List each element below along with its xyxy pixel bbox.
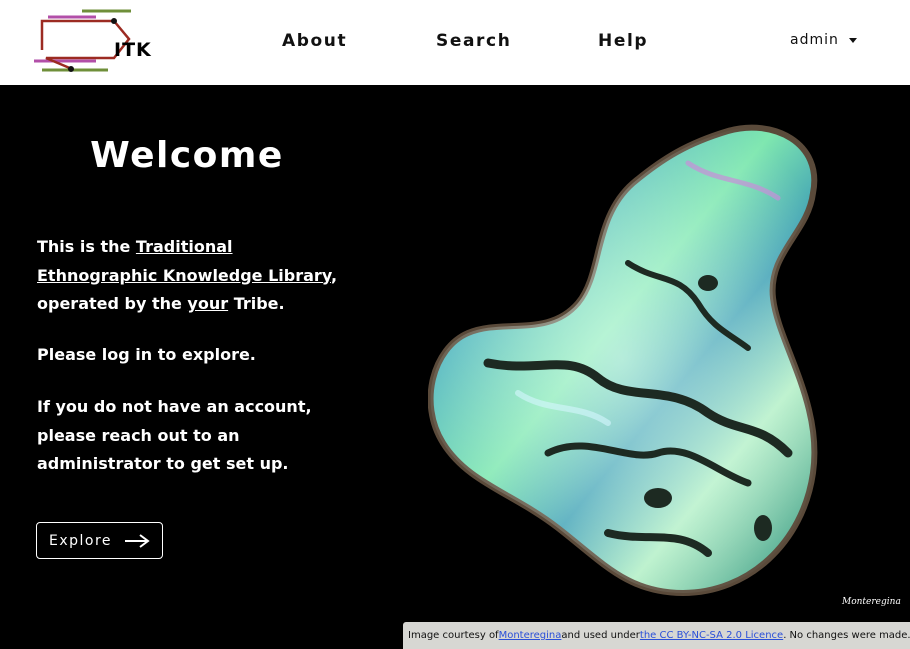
tribe-link[interactable]: your <box>187 294 228 313</box>
itk-logo[interactable]: ITK <box>34 8 151 74</box>
credit-prefix: Image courtesy of <box>408 630 499 641</box>
nav-search[interactable]: Search <box>436 31 511 51</box>
abalone-shell-image <box>427 123 826 603</box>
intro-prefix: This is the <box>37 237 136 256</box>
user-menu[interactable]: admin <box>790 32 857 48</box>
credit-suffix: . No changes were made. <box>783 630 910 641</box>
intro-comma: , <box>331 265 338 285</box>
page-title: Welcome <box>90 135 284 176</box>
explore-button[interactable]: Explore <box>36 522 163 559</box>
arrow-right-icon <box>125 533 150 548</box>
intro-suffix: Tribe. <box>228 294 285 313</box>
explore-label: Explore <box>48 532 113 549</box>
logo-text: ITK <box>114 39 152 61</box>
credit-licence-link[interactable]: the CC BY-NC-SA 2.0 Licence <box>640 630 783 641</box>
account-text: If you do not have an account, please re… <box>37 397 312 473</box>
chevron-down-icon <box>848 38 857 43</box>
photographer-signature: Monteregina <box>842 597 901 607</box>
image-credit: Image courtesy of Monteregina and used u… <box>403 622 910 649</box>
intro-text: This is the Traditional Ethnographic Kno… <box>37 233 357 319</box>
login-text: Please log in to explore. <box>37 345 256 364</box>
hero-section: Welcome This is the Traditional Ethnogra… <box>0 85 910 649</box>
nav-about[interactable]: About <box>282 31 347 51</box>
intro-operated: operated by the <box>37 294 188 313</box>
navbar: ITK About Search Help admin <box>0 0 910 85</box>
credit-author-link[interactable]: Monteregina <box>499 630 562 641</box>
credit-mid: and used under <box>561 630 640 641</box>
user-name: admin <box>790 32 839 48</box>
nav-help[interactable]: Help <box>598 31 648 51</box>
